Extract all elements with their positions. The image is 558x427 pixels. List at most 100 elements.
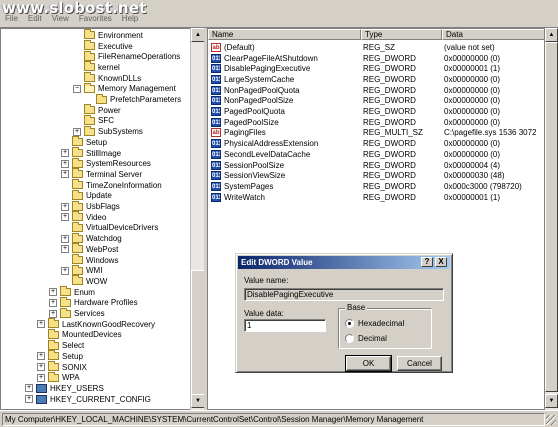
scroll-down-button[interactable]: ▼: [191, 394, 205, 408]
value-row[interactable]: 011 ClearPageFileAtShutdown REG_DWORD 0x000…: [208, 53, 544, 64]
scroll-thumb[interactable]: [191, 270, 205, 400]
expand-icon[interactable]: +: [37, 352, 45, 361]
expand-icon[interactable]: +: [61, 159, 69, 168]
column-name-header[interactable]: Name: [208, 29, 361, 40]
tree-item[interactable]: + StillImage: [61, 147, 121, 159]
expand-icon[interactable]: +: [61, 234, 69, 243]
folder-icon: [84, 29, 95, 40]
tree-item[interactable]: − Memory Management: [73, 82, 176, 95]
open-folder-icon: [84, 82, 95, 93]
expand-icon[interactable]: +: [25, 384, 33, 393]
cancel-button[interactable]: Cancel: [397, 356, 442, 371]
value-data-input[interactable]: 1: [244, 319, 326, 332]
expand-icon[interactable]: +: [25, 395, 33, 404]
dword-value-icon: 011: [211, 192, 221, 202]
expand-icon[interactable]: +: [49, 298, 57, 307]
tree-item-label: PrefetchParameters: [110, 95, 182, 105]
list-scrollbar[interactable]: ▲ ▼: [545, 28, 558, 410]
tree-item[interactable]: SFC: [73, 114, 114, 127]
value-row[interactable]: 011 SystemPages REG_DWORD 0x000c3000 (79872…: [208, 181, 544, 192]
column-type-header[interactable]: Type: [361, 29, 442, 40]
tree-item[interactable]: + Watchdog: [61, 232, 122, 244]
help-button[interactable]: ?: [421, 257, 433, 267]
value-row[interactable]: 011 SessionPoolSize REG_DWORD 0x00000004 (4…: [208, 160, 544, 171]
dword-value-icon: 011: [211, 96, 221, 106]
folder-icon: [84, 114, 95, 125]
tree-item[interactable]: WOW: [61, 275, 107, 287]
tree-item[interactable]: + SubSystems: [73, 125, 143, 137]
status-bar: My Computer\HKEY_LOCAL_MACHINE\SYSTEM\Cu…: [0, 410, 558, 427]
tree-item[interactable]: + HKEY_USERS: [25, 383, 104, 394]
value-name-label: Value name:: [244, 276, 289, 285]
tree-item[interactable]: + Enum: [49, 286, 95, 298]
tree-item[interactable]: + Services: [49, 307, 105, 319]
expand-icon[interactable]: +: [37, 320, 45, 329]
tree-item-label: WMI: [86, 266, 103, 276]
expand-icon[interactable]: +: [49, 309, 57, 318]
tree-item[interactable]: PrefetchParameters: [85, 93, 182, 105]
value-row[interactable]: 011 PagedPoolSize REG_DWORD 0x00000000 (0): [208, 117, 544, 128]
expand-icon[interactable]: +: [37, 363, 45, 372]
expand-icon[interactable]: +: [61, 149, 69, 158]
list-scroll-down-button[interactable]: ▼: [545, 394, 558, 408]
value-row[interactable]: 011 NonPagedPoolSize REG_DWORD 0x00000000 (…: [208, 96, 544, 107]
tree-item-label: LastKnownGoodRecovery: [62, 319, 155, 329]
collapse-icon[interactable]: −: [73, 84, 81, 93]
expand-icon[interactable]: +: [37, 373, 45, 382]
tree-item[interactable]: Executive: [73, 40, 133, 52]
folder-icon: [72, 168, 83, 179]
tree-item[interactable]: + WebPost: [61, 243, 118, 255]
tree-item[interactable]: + SONIX: [37, 361, 87, 373]
value-row[interactable]: 011 PagedPoolQuota REG_DWORD 0x00000000 (0): [208, 106, 544, 117]
value-row[interactable]: 011 SecondLevelDataCache REG_DWORD 0x000000…: [208, 149, 544, 160]
expand-icon[interactable]: +: [61, 202, 69, 211]
tree-item[interactable]: + HKEY_CURRENT_CONFIG: [25, 394, 151, 405]
expand-icon[interactable]: +: [49, 288, 57, 297]
tree-item[interactable]: Setup: [61, 136, 107, 148]
tree-item-label: SystemResources: [86, 159, 151, 169]
list-scroll-thumb[interactable]: [545, 42, 558, 392]
tree-item[interactable]: + Video: [61, 211, 106, 223]
tree-item[interactable]: + UsbFlags: [61, 200, 120, 212]
expand-icon[interactable]: +: [61, 245, 69, 254]
tree-scrollbar[interactable]: ▲ ▼: [190, 28, 205, 410]
dialog-titlebar[interactable]: Edit DWORD Value ? X: [238, 256, 450, 269]
close-button[interactable]: X: [435, 257, 447, 267]
expand-icon[interactable]: +: [61, 213, 69, 222]
tree-item[interactable]: Update: [61, 189, 112, 202]
expand-icon[interactable]: +: [61, 266, 69, 275]
value-type: REG_DWORD: [363, 74, 416, 84]
value-row[interactable]: 011 WriteWatch REG_DWORD 0x00000001 (1): [208, 192, 544, 203]
value-row[interactable]: 011 SessionViewSize REG_DWORD 0x00000030 (4…: [208, 170, 544, 181]
folder-icon: [72, 136, 83, 147]
scroll-up-button[interactable]: ▲: [191, 28, 205, 42]
value-row[interactable]: 011 LargeSystemCache REG_DWORD 0x00000000 (…: [208, 74, 544, 85]
value-type: REG_DWORD: [363, 64, 416, 74]
expand-icon[interactable]: +: [61, 170, 69, 179]
hexadecimal-radio[interactable]: Hexadecimal: [345, 319, 404, 328]
value-row[interactable]: 011 NonPagedPoolQuota REG_DWORD 0x00000000 …: [208, 85, 544, 96]
tree-item[interactable]: + WPA: [37, 371, 80, 383]
value-row[interactable]: 011 DisablePagingExecutive REG_DWORD 0x0000…: [208, 63, 544, 74]
value-row[interactable]: 011 PhysicalAddressExtension REG_DWORD 0x00…: [208, 138, 544, 149]
ok-button[interactable]: OK: [345, 355, 392, 372]
tree-item[interactable]: kernel: [73, 61, 120, 73]
tree-item[interactable]: Windows: [61, 254, 118, 266]
list-header: Name Type Data: [208, 29, 544, 40]
resize-grip-icon[interactable]: [546, 415, 556, 425]
decimal-radio[interactable]: Decimal: [345, 334, 387, 343]
key-tree[interactable]: Environment Executive FileRenameOperations…: [0, 28, 204, 410]
tree-item[interactable]: Select: [37, 339, 84, 351]
tree-item[interactable]: + Setup: [37, 350, 83, 362]
tree-item[interactable]: + WMI: [61, 264, 103, 276]
column-data-header[interactable]: Data: [442, 29, 544, 40]
value-row[interactable]: ab (Default) REG_SZ (value not set): [208, 42, 544, 53]
value-row[interactable]: ab PagingFiles REG_MULTI_SZ C:\pagefile.sys…: [208, 128, 544, 139]
expand-icon[interactable]: +: [73, 127, 81, 136]
tree-item-label: Setup: [62, 351, 83, 361]
folder-icon: [72, 232, 83, 243]
tree-item[interactable]: Power: [73, 104, 121, 116]
list-scroll-up-button[interactable]: ▲: [545, 28, 558, 42]
status-path: My Computer\HKEY_LOCAL_MACHINE\SYSTEM\Cu…: [2, 413, 545, 426]
